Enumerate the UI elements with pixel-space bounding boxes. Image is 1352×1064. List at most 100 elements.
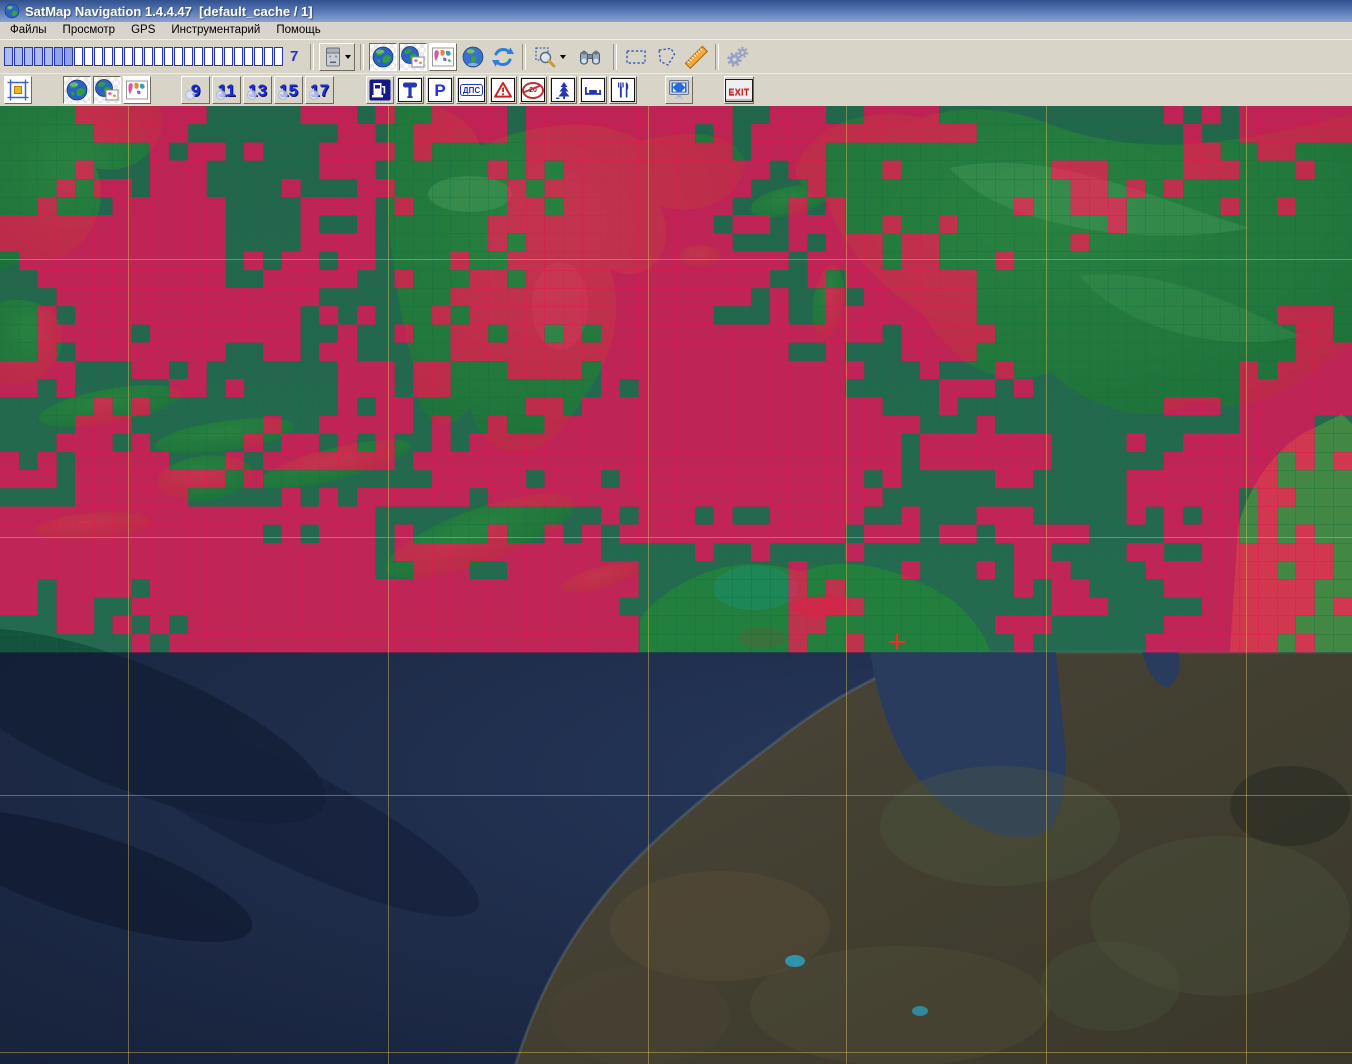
parking-icon: P [434, 82, 445, 99]
select-rectangle-button[interactable] [622, 43, 650, 71]
layer-globe-map-button[interactable] [93, 76, 121, 104]
zoom-level-label: 11 [218, 82, 236, 99]
zoom-level-label: 9 [191, 82, 200, 99]
refresh-button[interactable] [489, 43, 517, 71]
search-button[interactable] [576, 43, 604, 71]
poi-forest-button[interactable] [549, 76, 577, 104]
cache-progress-segment [164, 47, 173, 66]
title-bar[interactable]: SatMap Navigation 1.4.4.47 [default_cach… [0, 0, 1352, 22]
separator [613, 44, 617, 70]
bed-icon [583, 80, 603, 100]
globe-icon [65, 78, 89, 102]
cache-progress-bar [4, 47, 284, 66]
poi-hotel-button[interactable] [579, 76, 607, 104]
zoom-level-label: 17 [310, 82, 329, 99]
center-selection-icon [6, 78, 30, 102]
cache-progress-segment [214, 47, 223, 66]
exit-button[interactable]: EXIT [724, 76, 754, 104]
poi-tile: 20 [521, 78, 545, 102]
exit-frame: EXIT [725, 79, 752, 102]
cache-progress-segment [144, 47, 153, 66]
cache-coverage-overlay [0, 106, 1352, 653]
poi-tile [398, 78, 422, 102]
globe-map-icon [94, 78, 120, 102]
menu-item-2[interactable]: GPS [123, 23, 163, 38]
menu-item-1[interactable]: Просмотр [55, 23, 124, 38]
fir-tree-icon [553, 80, 573, 100]
dashed-polygon-icon [654, 45, 678, 69]
fork-knife-icon [613, 80, 633, 100]
zoom-level-button-13[interactable]: 13 [243, 76, 272, 104]
zoom-level-button-15[interactable]: 15 [274, 76, 303, 104]
cache-storage-button[interactable] [319, 43, 355, 71]
globe-icon [371, 45, 395, 69]
cache-progress-segment [14, 47, 23, 66]
poi-tile [611, 78, 635, 102]
menu-item-0[interactable]: Файлы [2, 23, 55, 38]
poi-speed-camera-button[interactable]: 20 [519, 76, 547, 104]
separator [522, 44, 526, 70]
zoom-level-label: 15 [279, 82, 298, 99]
cache-progress-segment [104, 47, 113, 66]
layer-globe-button[interactable] [63, 76, 91, 104]
cache-progress-segment [4, 47, 13, 66]
zoom-level-button-11[interactable]: 11 [212, 76, 241, 104]
map-canvas[interactable] [0, 106, 1352, 1064]
select-polygon-button[interactable] [652, 43, 680, 71]
chevron-down-icon [345, 55, 351, 59]
poi-fuel-button[interactable] [366, 76, 394, 104]
poi-service-button[interactable] [396, 76, 424, 104]
measure-distance-button[interactable] [682, 43, 710, 71]
settings-button[interactable] [724, 43, 752, 71]
poi-warning-button[interactable] [489, 76, 517, 104]
separator [310, 44, 314, 70]
fullscreen-button[interactable] [665, 76, 693, 104]
zoom-level-button-17[interactable]: 17 [305, 76, 334, 104]
poi-food-button[interactable] [609, 76, 637, 104]
map-render [0, 106, 1352, 1064]
cache-progress-segment [44, 47, 53, 66]
ruler-icon [683, 44, 709, 70]
menu-item-4[interactable]: Помощь [268, 23, 328, 38]
speed-limit-icon: 20 [522, 82, 544, 99]
globe-map-icon [400, 45, 426, 69]
world-map-icon [431, 45, 455, 69]
app-window: SatMap Navigation 1.4.4.47 [default_cach… [0, 0, 1352, 1064]
zoom-selection-icon [533, 45, 557, 69]
map-mode-globe-button[interactable] [369, 43, 397, 71]
dashed-rectangle-icon [624, 45, 648, 69]
poi-dps-button[interactable]: ДПС [456, 76, 487, 104]
cache-progress-segment [224, 47, 233, 66]
poi-parking-button[interactable]: P [426, 76, 454, 104]
exit-icon: EXIT [728, 87, 749, 97]
layer-world-map-button[interactable] [123, 76, 151, 104]
fuel-station-icon [368, 78, 392, 102]
map-mode-world-map-button[interactable] [429, 43, 457, 71]
map-mode-globe-map-button[interactable] [399, 43, 427, 71]
refresh-icon [491, 45, 515, 69]
zoom-level-group: 9 11 13 15 17 [180, 76, 335, 104]
chevron-down-icon [560, 55, 566, 59]
globe-americas-icon [461, 45, 485, 69]
cache-progress-segment [64, 47, 73, 66]
cache-progress-segment [84, 47, 93, 66]
traffic-police-icon: ДПС [460, 84, 482, 96]
hammer-icon [400, 80, 420, 100]
cache-progress-segment [184, 47, 193, 66]
toolbar-main: 7 [0, 39, 1352, 73]
cache-progress-segment [34, 47, 43, 66]
cache-progress-segment [74, 47, 83, 66]
cache-progress-segment [114, 47, 123, 66]
cache-progress-segment [264, 47, 273, 66]
menu-item-3[interactable]: Инструментарий [163, 23, 268, 38]
poi-tile: P [428, 78, 452, 102]
zoom-level-button-9[interactable]: 9 [181, 76, 210, 104]
zoom-level-label: 13 [248, 82, 267, 99]
center-map-button[interactable] [4, 76, 32, 104]
cache-progress-segment [254, 47, 263, 66]
zoom-select-button[interactable] [531, 43, 567, 71]
separator [715, 44, 719, 70]
binoculars-icon [577, 45, 603, 69]
globe-west-hemisphere-button[interactable] [459, 43, 487, 71]
hard-drive-icon [324, 46, 342, 68]
